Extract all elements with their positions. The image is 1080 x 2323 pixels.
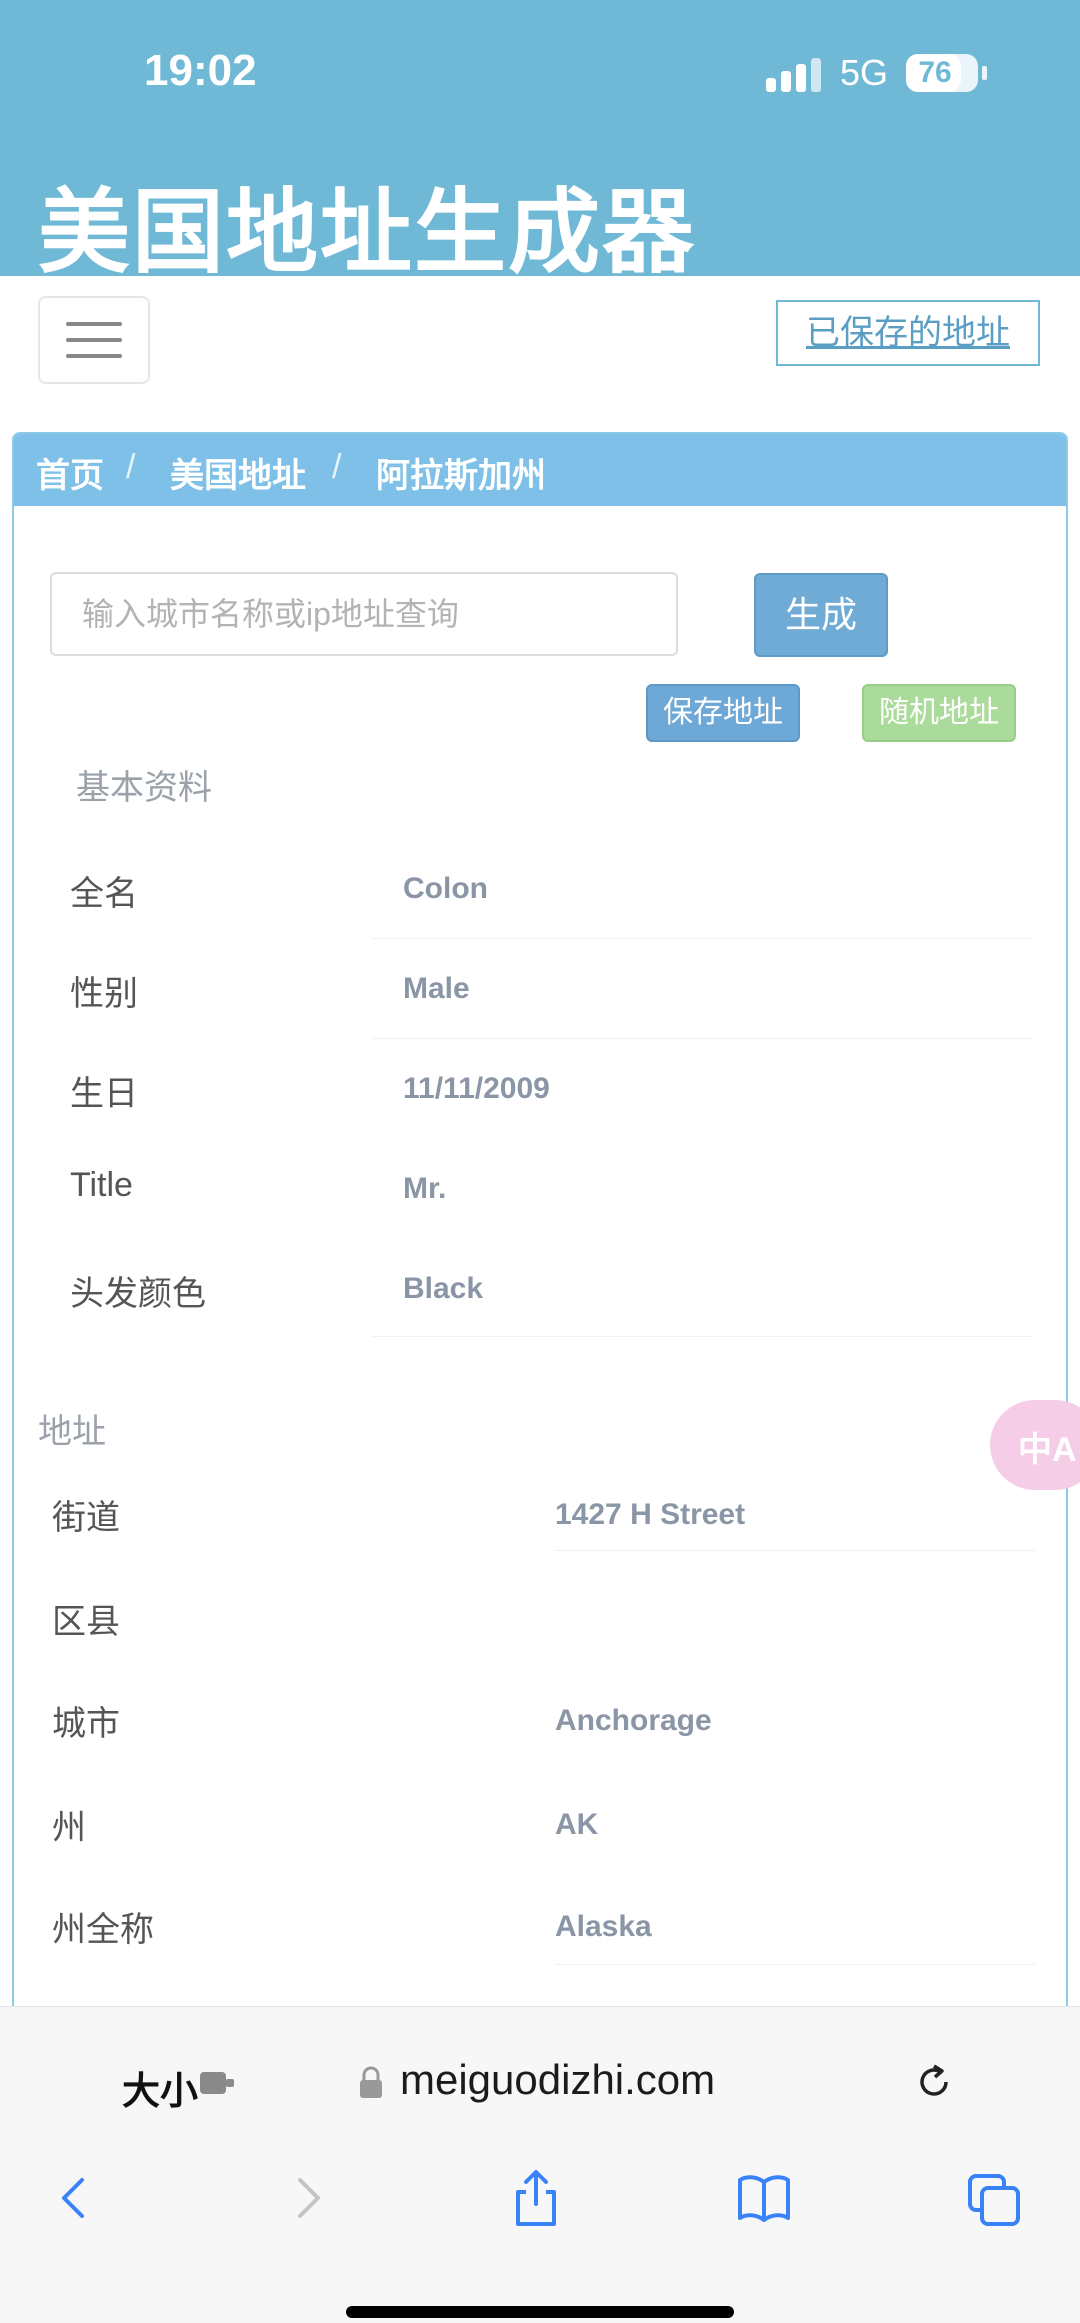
row-divider [372, 1336, 1032, 1337]
title-label: Title [70, 1166, 133, 1204]
basic-info-title: 基本资料 [76, 769, 212, 807]
battery-percent: 76 [918, 56, 952, 89]
translate-icon: 中A [1018, 1431, 1077, 1469]
street-label: 街道 [52, 1499, 120, 1537]
hamburger-menu-button[interactable] [38, 296, 150, 384]
browser-toolbar [0, 2006, 1080, 2323]
city-value: Anchorage [555, 1704, 712, 1737]
hair-color-label: 头发颜色 [70, 1275, 206, 1313]
state-fullname-value: Alaska [555, 1910, 652, 1943]
row-divider [555, 1964, 1035, 1965]
network-type: 5G [840, 52, 889, 93]
breadcrumb-separator: / [126, 448, 136, 486]
breadcrumb: 首页 / 美国地址 / 阿拉斯加州 [14, 434, 1066, 506]
tabs-icon[interactable] [966, 2168, 1022, 2228]
battery-tip [982, 66, 987, 80]
search-input[interactable] [50, 572, 678, 656]
lock-icon [360, 2066, 382, 2098]
signal-icon [766, 58, 821, 92]
top-header: 19:02 5G 76 美国地址生成器 [0, 0, 1080, 284]
county-label: 区县 [52, 1603, 120, 1641]
breadcrumb-current: 阿拉斯加州 [376, 457, 546, 495]
birthday-label: 生日 [70, 1075, 138, 1113]
birthday-value: 11/11/2009 [403, 1072, 550, 1105]
gender-label: 性别 [70, 975, 138, 1013]
state-value: AK [555, 1808, 599, 1841]
menu-bar-icon [66, 322, 122, 326]
row-divider [372, 1038, 1032, 1039]
fullname-value: Colon [403, 872, 488, 905]
home-indicator [346, 2306, 734, 2318]
menu-bar-icon [66, 338, 122, 342]
state-label: 州 [52, 1809, 86, 1847]
hair-color-value: Black [403, 1272, 484, 1305]
address-title: 地址 [38, 1413, 106, 1451]
share-icon[interactable] [508, 2168, 564, 2228]
back-icon[interactable] [44, 2168, 100, 2228]
battery-icon: 76 [906, 54, 978, 92]
url-field[interactable]: meiguodizhi.com [400, 2056, 715, 2104]
fullname-label: 全名 [70, 875, 138, 913]
street-value: 1427 H Street [555, 1498, 746, 1531]
reload-icon[interactable] [914, 2060, 954, 2104]
gender-value: Male [403, 972, 470, 1005]
row-divider [555, 1550, 1035, 1551]
save-address-button[interactable]: 保存地址 [646, 684, 800, 742]
extension-icon[interactable] [198, 2068, 238, 2098]
random-address-button[interactable]: 随机地址 [862, 684, 1016, 742]
generate-button[interactable]: 生成 [754, 573, 888, 657]
forward-icon[interactable] [280, 2168, 336, 2228]
status-time: 19:02 [144, 46, 257, 95]
breadcrumb-home[interactable]: 首页 [36, 448, 104, 497]
state-fullname-label: 州全称 [52, 1911, 154, 1949]
saved-addresses-link[interactable]: 已保存的地址 [776, 300, 1040, 366]
title-value: Mr. [403, 1172, 447, 1205]
site-title: 美国地址生成器 [38, 182, 697, 284]
city-label: 城市 [52, 1705, 120, 1743]
bookmarks-icon[interactable] [736, 2168, 792, 2228]
breadcrumb-separator: / [332, 448, 342, 486]
menu-bar-icon [66, 354, 122, 358]
row-divider [372, 938, 1032, 939]
text-size-button[interactable]: 大小 [122, 2060, 198, 2115]
translate-float-button[interactable]: 中A [990, 1400, 1080, 1490]
breadcrumb-us-address[interactable]: 美国地址 [170, 448, 306, 497]
